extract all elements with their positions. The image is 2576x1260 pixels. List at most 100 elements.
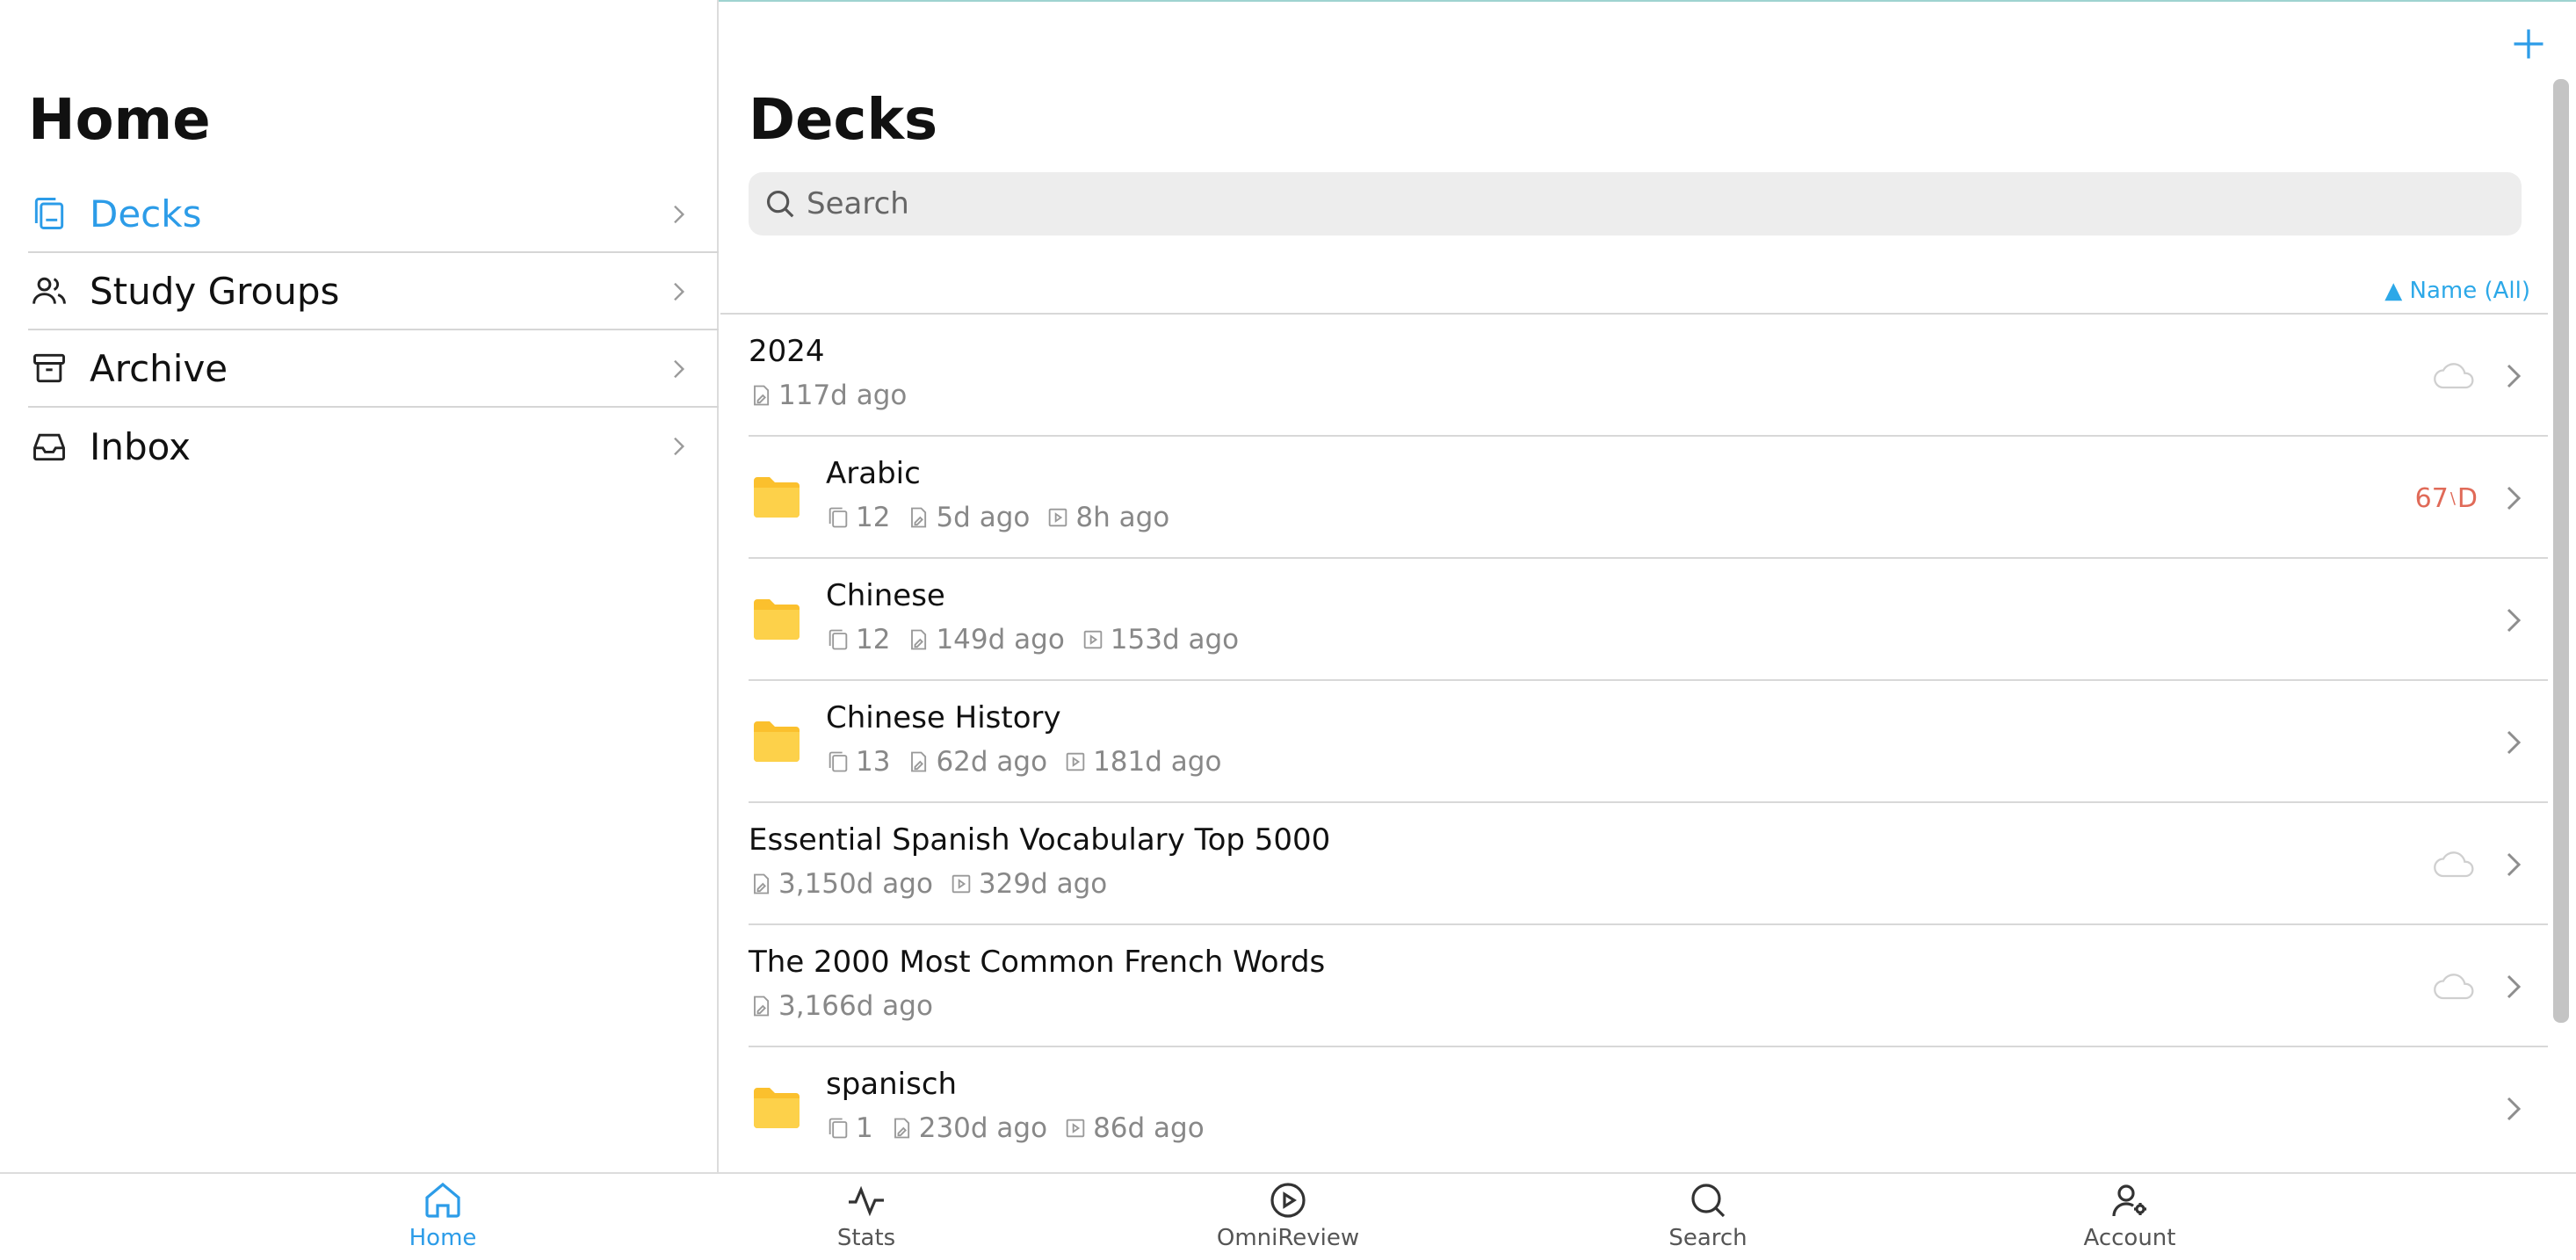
sidebar-item-study-groups[interactable]: Study Groups <box>28 253 719 330</box>
cards-icon <box>829 507 848 528</box>
deck-name: Arabic <box>826 456 921 491</box>
archive-icon <box>28 347 70 389</box>
folder-icon <box>754 1088 800 1128</box>
review-icon <box>952 874 971 894</box>
cards-meta: 1 <box>826 1112 873 1144</box>
chevron-right-icon <box>2507 486 2522 511</box>
chevron-right-icon <box>674 359 685 379</box>
deck-row-arabic[interactable]: Arabic 12 5d ago 8h ago 67 \ D <box>749 435 2548 557</box>
chevron-right-icon <box>2507 1097 2522 1121</box>
deck-actions <box>2432 845 2527 884</box>
sidebar-item-label: Archive <box>90 346 228 390</box>
deck-actions <box>2432 967 2527 1006</box>
review-icon <box>1066 1119 1085 1138</box>
deck-row-spanisch[interactable]: spanisch 1 230d ago 86d ago <box>749 1046 2548 1168</box>
chevron-right-icon <box>674 205 685 224</box>
deck-name: 2024 <box>749 334 825 369</box>
edit-doc-icon <box>911 629 927 650</box>
users-icon <box>28 270 70 312</box>
edit-doc-icon <box>894 1118 909 1139</box>
chevron-right-icon <box>2507 364 2522 388</box>
edit-doc-icon <box>754 996 770 1017</box>
deck-actions <box>2500 1090 2527 1128</box>
deck-actions <box>2500 601 2527 640</box>
folder-icon <box>754 477 800 518</box>
edit-doc-icon <box>911 751 927 772</box>
deck-row-2024[interactable]: 2024 117d ago <box>720 313 2548 435</box>
cards-meta: 13 <box>826 746 890 778</box>
tab-search[interactable]: Search <box>1620 1179 1796 1251</box>
deck-meta: 3,166d ago <box>749 990 949 1022</box>
search-icon <box>763 186 798 221</box>
play-icon <box>1270 1183 1306 1218</box>
deck-row-french-words[interactable]: The 2000 Most Common French Words 3,166d… <box>749 923 2548 1046</box>
deck-name: Chinese <box>826 578 945 613</box>
deck-actions <box>2500 723 2527 762</box>
deck-row-chinese[interactable]: Chinese 12 149d ago 153d ago <box>749 557 2548 679</box>
tab-home[interactable]: Home <box>355 1179 531 1251</box>
reviewed-meta: 86d ago <box>1063 1112 1205 1144</box>
deck-row-chinese-history[interactable]: Chinese History 13 62d ago 181d ago <box>749 679 2548 801</box>
edited-meta: 62d ago <box>906 746 1047 778</box>
edited-meta: 230d ago <box>889 1112 1047 1144</box>
sidebar-item-decks[interactable]: Decks <box>28 176 719 253</box>
edited-meta: 5d ago <box>906 502 1030 533</box>
chevron-right-icon <box>2507 974 2522 999</box>
main-panel: Decks ▲ Name (All) 2024 117d ago <box>720 0 2576 1172</box>
chevron-right-icon <box>2507 730 2522 755</box>
cards-meta: 12 <box>826 624 890 655</box>
sidebar-list: Decks Study Groups Archive Inbox <box>28 176 719 485</box>
chevron-right-icon <box>674 282 685 301</box>
sidebar-item-archive[interactable]: Archive <box>28 330 719 408</box>
scrollbar[interactable] <box>2553 79 2569 1023</box>
chevron-right-icon <box>674 437 685 456</box>
deck-name: Essential Spanish Vocabulary Top 5000 <box>749 822 1331 858</box>
deck-list: 2024 117d ago Arabic 12 5d ago 8h ago 67… <box>720 313 2548 1168</box>
tab-omnireview[interactable]: OmniReview <box>1200 1179 1376 1251</box>
search-icon <box>1691 1184 1726 1218</box>
review-icon <box>1049 508 1067 527</box>
deck-name: Chinese History <box>826 700 1061 735</box>
deck-name: The 2000 Most Common French Words <box>749 945 1326 980</box>
search-bar[interactable] <box>749 172 2522 235</box>
tab-bar: Home Stats OmniReview Search Account <box>0 1172 2576 1260</box>
deck-row-essential-spanish[interactable]: Essential Spanish Vocabulary Top 5000 3,… <box>749 801 2548 923</box>
deck-name: spanisch <box>826 1067 958 1102</box>
chevron-right-icon <box>2507 608 2522 633</box>
sort-button[interactable]: ▲ Name (All) <box>2384 278 2530 304</box>
edited-meta: 117d ago <box>749 380 907 411</box>
cloud-icon[interactable] <box>2432 972 2478 1002</box>
cards-icon <box>829 751 848 772</box>
reviewed-meta: 181d ago <box>1063 746 1221 778</box>
due-count: 67 \ D <box>2414 482 2478 514</box>
edit-doc-icon <box>911 507 927 528</box>
inbox-icon <box>28 425 70 467</box>
tab-stats[interactable]: Stats <box>778 1179 954 1251</box>
deck-meta: 13 62d ago 181d ago <box>826 746 1237 778</box>
reviewed-meta: 329d ago <box>949 868 1107 900</box>
folder-icon <box>754 721 800 762</box>
edited-meta: 3,150d ago <box>749 868 933 900</box>
edited-meta: 149d ago <box>906 624 1065 655</box>
sidebar: Home Decks Study Groups Archive Inbox <box>0 0 719 1172</box>
decks-icon <box>28 192 70 235</box>
review-icon <box>1066 752 1085 771</box>
cloud-icon[interactable] <box>2432 850 2478 880</box>
edit-doc-icon <box>754 873 770 894</box>
search-input[interactable] <box>807 186 2476 221</box>
plus-icon <box>2514 29 2543 59</box>
chevron-right-icon <box>2507 852 2522 877</box>
deck-meta: 12 149d ago 153d ago <box>826 624 1255 655</box>
cloud-icon[interactable] <box>2432 361 2478 391</box>
home-icon <box>425 1182 460 1218</box>
tab-account[interactable]: Account <box>2042 1179 2218 1251</box>
sidebar-item-inbox[interactable]: Inbox <box>28 408 719 485</box>
account-icon <box>2112 1184 2146 1217</box>
deck-meta: 3,150d ago 329d ago <box>749 868 1123 900</box>
page-title: Decks <box>749 88 938 153</box>
add-deck-button[interactable] <box>2502 18 2555 70</box>
reviewed-meta: 8h ago <box>1046 502 1169 533</box>
deck-actions: 67 \ D <box>2415 479 2527 518</box>
sidebar-item-label: Decks <box>90 192 202 235</box>
stats-icon <box>849 1185 884 1217</box>
